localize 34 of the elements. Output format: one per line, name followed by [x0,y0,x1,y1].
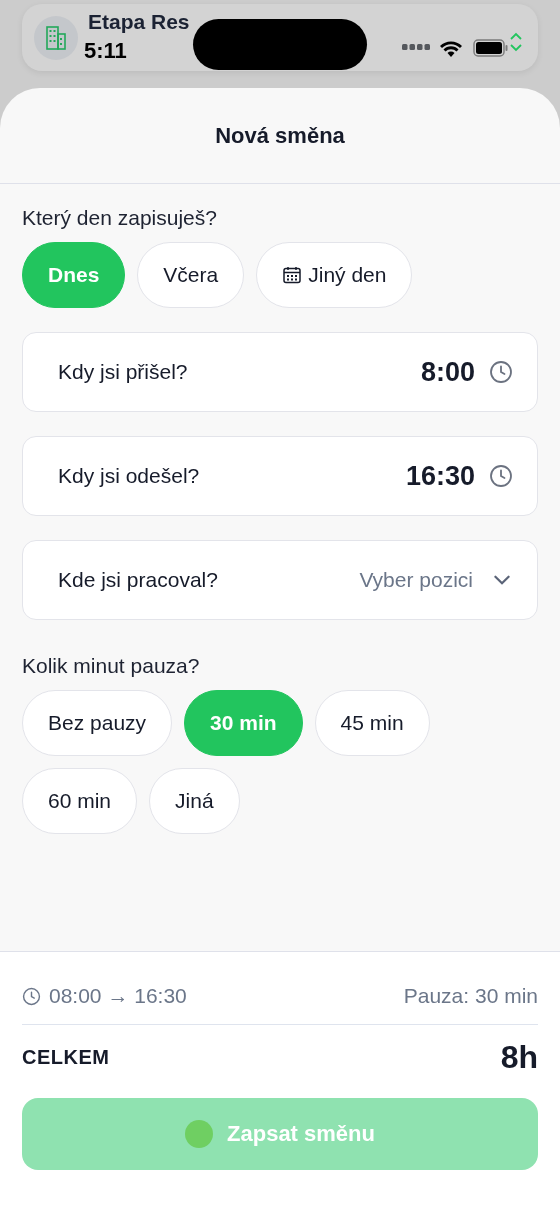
clock-icon [22,986,41,1006]
status-time: 5:11 [84,38,127,64]
option-chip[interactable]: Včera [137,242,245,308]
field-card[interactable]: Kdy jsi přišel? 8:00 [22,332,538,412]
app-title: Etapa Res [88,10,190,34]
field-label: Kdy jsi přišel? [58,360,188,384]
pause-summary: Pauza: 30 min [403,984,538,1008]
building-icon [34,16,78,60]
total-label: CELKEM [22,1046,110,1069]
sheet-title: Nová směna [215,122,345,149]
question-label: Kolik minut pauza? [22,654,201,678]
select-placeholder: Vyber pozici [359,568,473,592]
time-value: 8:00 [420,356,475,388]
option-chip[interactable]: Jiný den [256,242,413,308]
clock-icon [489,360,513,384]
option-chip[interactable]: 60 min [22,768,138,834]
clock-icon [489,464,513,488]
calendar-icon [282,265,303,285]
field-card[interactable]: Kdy jsi odešel? 16:30 [22,436,538,516]
question-label: Který den zapisuješ? [22,206,218,230]
field-card[interactable]: Kde jsi pracoval? Vyber pozici [22,540,538,620]
option-chip[interactable]: Jiná [149,768,240,834]
option-chip[interactable]: Bez pauzy [22,690,173,756]
option-chip[interactable]: 45 min [314,690,430,756]
field-label: Kdy jsi odešel? [58,464,200,488]
field-label: Kde jsi pracoval? [58,568,218,592]
chevron-up-down-icon [509,31,523,53]
total-value: 8h [500,1039,538,1076]
battery-icon [473,39,509,57]
wifi-icon [439,40,463,58]
circle-icon [185,1120,214,1148]
time-value: 16:30 [405,460,475,492]
time-range: 08:00 → 16:30 [49,984,187,1008]
signal-icon [402,44,430,50]
